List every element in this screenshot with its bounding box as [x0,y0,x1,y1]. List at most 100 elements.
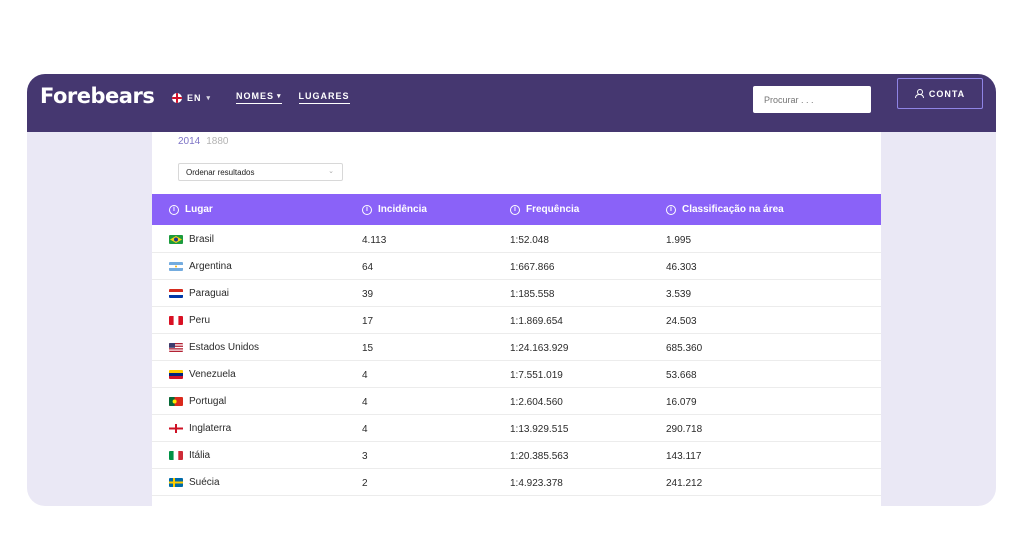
frequency-cell: 1:20.385.563 [510,451,569,462]
place-cell[interactable]: Itália [169,450,210,461]
user-icon [914,89,924,98]
rank-cell: 685.360 [666,343,703,354]
table-row: Estados Unidos 15 1:24.163.929 685.360 [152,334,881,361]
rank-cell: 24.503 [666,316,697,327]
place-link[interactable]: Itália [189,450,210,461]
frequency-cell: 1:52.048 [510,235,549,246]
rank-cell: 53.668 [666,370,697,381]
info-icon[interactable]: i [666,204,676,215]
incidence-cell: 64 [362,262,374,273]
table-row: Brasil 4.113 1:52.048 1.995 [152,226,881,253]
table-row: Venezuela 4 1:7.551.019 53.668 [152,361,881,388]
nav-item-label: NOMES [236,91,275,101]
peru-flag-icon [169,316,183,325]
incidence-cell: 15 [362,343,374,354]
rank-cell: 290.718 [666,424,703,435]
rank-cell: 16.079 [666,397,697,408]
info-icon[interactable]: i [169,204,179,215]
nav-item-nomes[interactable]: NOMES ▾ [236,91,282,104]
place-link[interactable]: Suécia [189,477,220,488]
place-cell[interactable]: Paraguai [169,288,229,299]
account-button[interactable]: CONTA [897,78,983,109]
place-link[interactable]: Inglaterra [189,423,231,434]
year-selector: 2014 1880 [178,136,229,147]
place-link[interactable]: Peru [189,315,210,326]
info-icon[interactable]: i [510,204,520,215]
language-label: EN [187,93,202,103]
incidence-cell: 39 [362,289,374,300]
place-cell[interactable]: Suécia [169,477,220,488]
place-link[interactable]: Argentina [189,261,232,272]
place-link[interactable]: Brasil [189,234,214,245]
year-option[interactable]: 1880 [206,136,228,147]
info-icon[interactable]: i [362,204,372,215]
top-navigation-bar: Forebears EN ▾ NOMES ▾ LUGARES CONTA [27,74,996,132]
column-header-lugar[interactable]: i Lugar [169,204,213,215]
sort-dropdown[interactable]: Ordenar resultados ⌄ [178,163,343,181]
table-row: Argentina 64 1:667.866 46.303 [152,253,881,280]
place-cell[interactable]: Estados Unidos [169,342,259,353]
nav-item-lugares[interactable]: LUGARES [298,91,350,104]
place-cell[interactable]: Brasil [169,234,214,245]
frequency-cell: 1:2.604.560 [510,397,563,408]
usa-flag-icon [169,343,183,352]
language-selector[interactable]: EN ▾ [172,93,211,103]
chevron-down-icon: ▾ [206,95,212,102]
incidence-cell: 2 [362,478,368,489]
place-cell[interactable]: Inglaterra [169,423,231,434]
column-label: Frequência [526,204,580,215]
frequency-cell: 1:24.163.929 [510,343,569,354]
search-input[interactable] [753,86,871,113]
place-cell[interactable]: Portugal [169,396,226,407]
rank-cell: 241.212 [666,478,703,489]
table-header: i Lugar i Incidência i Frequência i Clas… [152,194,881,225]
main-nav: NOMES ▾ LUGARES [236,91,350,104]
table-row: Itália 3 1:20.385.563 143.117 [152,442,881,469]
england-flag-icon [172,93,182,103]
table-row: Paraguai 39 1:185.558 3.539 [152,280,881,307]
table-row: Portugal 4 1:2.604.560 16.079 [152,388,881,415]
place-link[interactable]: Venezuela [189,369,236,380]
incidence-cell: 3 [362,451,368,462]
incidence-cell: 4 [362,370,368,381]
place-cell[interactable]: Peru [169,315,210,326]
rank-cell: 3.539 [666,289,692,300]
place-link[interactable]: Paraguai [189,288,229,299]
frequency-cell: 1:1.869.654 [510,316,563,327]
frequency-cell: 1:185.558 [510,289,555,300]
paraguay-flag-icon [169,289,183,298]
column-header-frequencia[interactable]: i Frequência [510,204,579,215]
rank-cell: 143.117 [666,451,702,462]
rank-cell: 46.303 [666,262,697,273]
place-link[interactable]: Estados Unidos [189,342,259,353]
site-logo[interactable]: Forebears [40,84,155,108]
chevron-down-icon: ⌄ [328,168,334,175]
place-cell[interactable]: Argentina [169,261,232,272]
rank-cell: 1.995 [666,235,692,246]
year-option-active[interactable]: 2014 [178,136,200,147]
italy-flag-icon [169,451,183,460]
column-label: Classificação na área [682,204,784,215]
frequency-cell: 1:667.866 [510,262,555,273]
frequency-cell: 1:7.551.019 [510,370,563,381]
column-label: Incidência [378,204,427,215]
table-row: Inglaterra 4 1:13.929.515 290.718 [152,415,881,442]
frequency-cell: 1:4.923.378 [510,478,563,489]
portugal-flag-icon [169,397,183,406]
place-cell[interactable]: Venezuela [169,369,236,380]
incidence-cell: 17 [362,316,374,327]
results-panel: 2014 1880 Ordenar resultados ⌄ i Lugar i… [152,132,881,506]
argentina-flag-icon [169,262,183,271]
frequency-cell: 1:13.929.515 [510,424,569,435]
england-flag-icon [169,424,183,433]
sort-label: Ordenar resultados [186,168,255,177]
column-label: Lugar [185,204,213,215]
nav-item-label: LUGARES [298,91,350,101]
sweden-flag-icon [169,478,183,487]
account-label: CONTA [928,88,966,99]
place-link[interactable]: Portugal [189,396,226,407]
brazil-flag-icon [169,235,183,244]
chevron-down-icon: ▾ [277,93,282,100]
column-header-classificacao[interactable]: i Classificação na área [666,204,784,215]
column-header-incidencia[interactable]: i Incidência [362,204,427,215]
